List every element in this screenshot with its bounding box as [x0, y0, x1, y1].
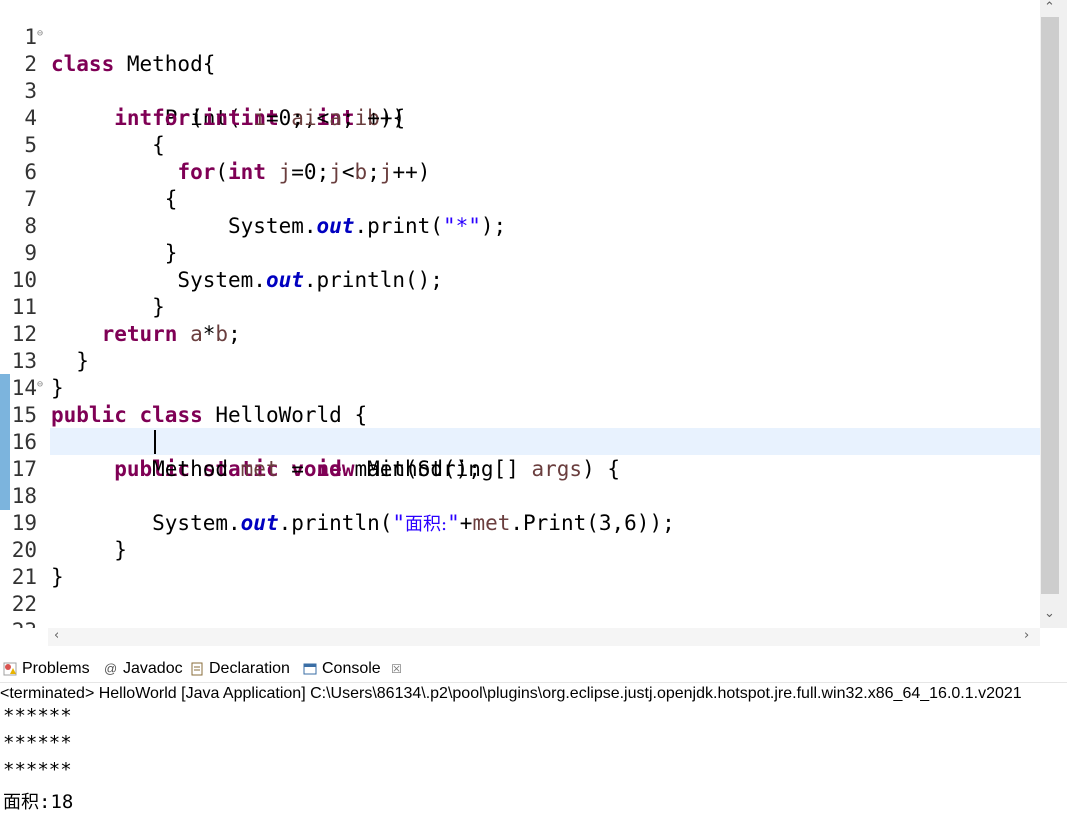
code-line: 24: [0, 618, 51, 628]
fold-toggle-icon[interactable]: ⊖: [37, 24, 43, 44]
code-line: 16 Method met = new Method();: [0, 402, 481, 481]
code-line: 4 {: [0, 78, 164, 157]
code-line: 22: [0, 564, 51, 616]
code-line: 21: [0, 537, 51, 589]
code-line: 23: [0, 591, 51, 628]
code-line: 20 }: [0, 510, 64, 589]
tab-problems[interactable]: Problems: [3, 655, 90, 682]
code-line: 1 class Method{: [0, 0, 215, 76]
code-line: 2 ⊖ int Print(int a,int b){: [0, 24, 405, 130]
fold-toggle-icon[interactable]: ⊖: [37, 375, 43, 395]
current-line-highlight: [50, 428, 1040, 455]
code-line: 9 System.out.println();: [0, 213, 443, 292]
code-line: 13 }: [0, 321, 64, 400]
console-output-result: 面积:18: [3, 791, 74, 813]
console-output[interactable]: ****** ****** ****** 面积:18: [0, 704, 1067, 823]
code-line: 5 for(int j=0;j<b;j++): [0, 105, 430, 184]
code-editor[interactable]: 1 class Method{ 2 ⊖ int Print(int a,int …: [0, 0, 1040, 628]
vertical-scrollbar-thumb[interactable]: [1041, 17, 1059, 594]
code-line: 7 System.out.print("*");: [0, 159, 506, 238]
scroll-up-icon[interactable]: ⌃: [1044, 0, 1055, 15]
tab-console[interactable]: Console ☒: [303, 655, 402, 682]
view-tab-bar: Problems @ Javadoc Declaration Console ☒: [0, 655, 1067, 682]
code-line: 12 }: [0, 294, 89, 373]
console-output-line: ******: [3, 732, 72, 754]
horizontal-scrollbar[interactable]: [48, 628, 1040, 646]
console-output-line: ******: [3, 705, 72, 727]
scroll-left-icon[interactable]: ‹: [54, 628, 59, 643]
code-line: 10 }: [0, 240, 165, 319]
tab-javadoc[interactable]: @ Javadoc: [104, 655, 183, 682]
problems-icon: [3, 662, 17, 676]
code-line: 19 }: [0, 483, 127, 562]
code-line: 18 System.out.println("面积:"+met.Print(3,…: [0, 456, 675, 535]
console-icon: [303, 663, 317, 675]
scroll-down-icon[interactable]: ⌄: [1044, 606, 1055, 621]
code-line: 3 for(int i=0;i<a;i++): [0, 51, 405, 130]
code-line: 15 ⊖ public static void main(String[] ar…: [0, 375, 620, 481]
console-status: <terminated> HelloWorld [Java Applicatio…: [0, 682, 1067, 705]
javadoc-icon: @: [104, 660, 118, 676]
console-output-line: ******: [3, 759, 72, 781]
declaration-icon: [191, 662, 203, 676]
code-line: 17: [0, 429, 51, 481]
code-line: 11 return a*b;: [0, 267, 241, 346]
close-tab-icon[interactable]: ☒: [391, 662, 402, 676]
scroll-right-icon[interactable]: ›: [1024, 628, 1029, 643]
code-line: 6 {: [0, 132, 177, 211]
tab-declaration[interactable]: Declaration: [190, 655, 290, 682]
code-line: 8 }: [0, 186, 177, 265]
text-caret: [154, 430, 156, 454]
code-line: 14 public class HelloWorld {: [0, 348, 367, 427]
